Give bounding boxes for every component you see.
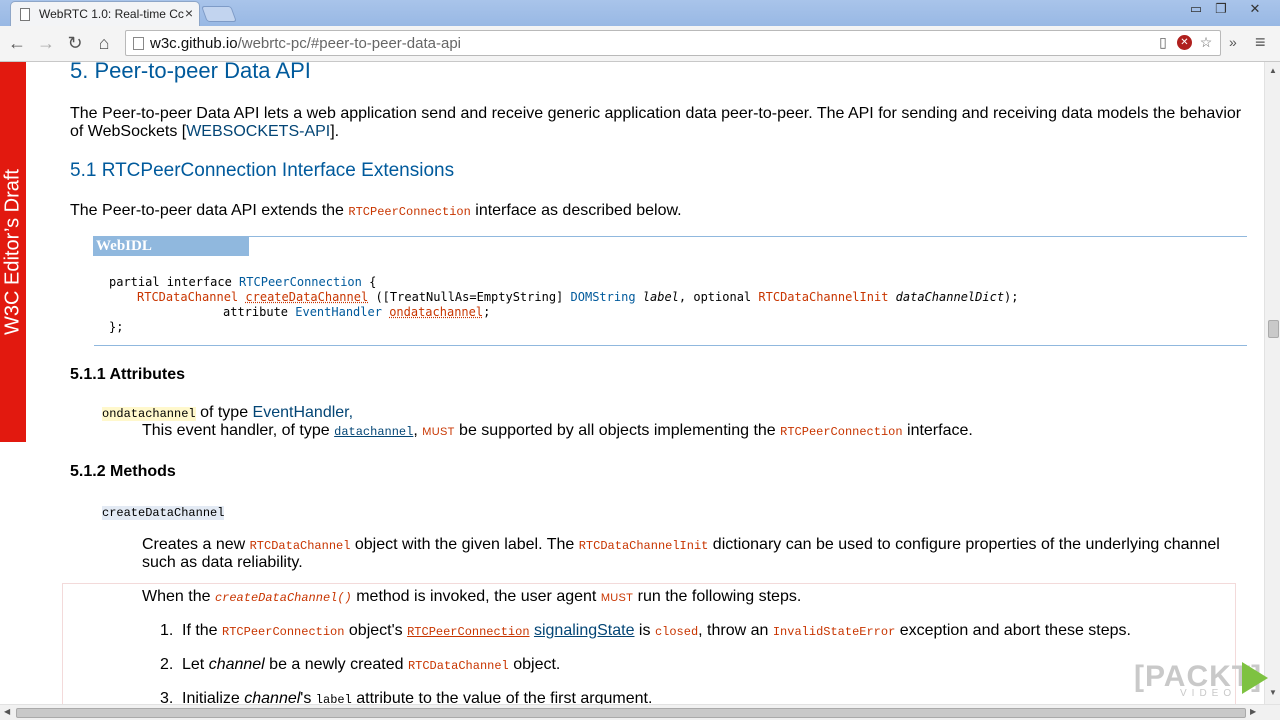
- attributes-heading: 5.1.1 Attributes: [70, 366, 185, 383]
- close-tab-icon[interactable]: ×: [185, 5, 193, 21]
- scroll-up-icon[interactable]: ▲: [1269, 66, 1277, 75]
- attribute-definition: ondatachannel of type EventHandler,: [102, 404, 354, 421]
- browser-tab[interactable]: WebRTC 1.0: Real-time Cc ×: [10, 1, 200, 26]
- new-tab-button[interactable]: [201, 6, 237, 22]
- section-5-heading: 5. Peer-to-peer Data API: [70, 62, 311, 83]
- page-icon: [20, 8, 30, 21]
- section-5-1-intro: The Peer-to-peer data API extends the RT…: [70, 202, 682, 219]
- scroll-down-icon[interactable]: ▼: [1269, 688, 1277, 697]
- datachannel-link[interactable]: datachannel: [334, 425, 413, 439]
- method-term: createDataChannel: [102, 503, 225, 522]
- highlight-frame: [62, 583, 1236, 704]
- idl-line: };: [109, 320, 124, 334]
- browser-toolbar: ← → ↻ ⌂ w3c.github.io/webrtc-pc/#peer-to…: [0, 26, 1280, 62]
- packt-video-logo: [PACKT] VIDEO: [1134, 660, 1270, 702]
- webidl-block: WebIDL partial interface RTCPeerConnecti…: [93, 236, 1247, 346]
- home-button[interactable]: ⌂: [92, 31, 116, 55]
- rtcdatachannel-link[interactable]: RTCDataChannel: [250, 539, 351, 553]
- eventhandler-link[interactable]: EventHandler: [253, 404, 349, 421]
- createdatachannel-link[interactable]: createDataChannel: [245, 290, 368, 304]
- section-5-paragraph-line2: of WebSockets [WEBSOCKETS-API].: [70, 123, 340, 140]
- ondatachannel-idl-link[interactable]: ondatachannel: [389, 305, 483, 319]
- page-info-icon[interactable]: [133, 37, 144, 50]
- w3c-editors-draft-badge[interactable]: W3C Editor’s Draft: [0, 62, 26, 442]
- extensions-overflow-button[interactable]: »: [1229, 34, 1237, 50]
- ondatachannel-term: ondatachannel: [102, 407, 196, 421]
- idl-line: attribute EventHandler ondatachannel;: [223, 305, 491, 319]
- play-icon: [1242, 662, 1268, 694]
- title-bar: WebRTC 1.0: Real-time Cc × ▭ ❐ ✕: [0, 0, 1280, 26]
- packt-sub: VIDEO: [1180, 688, 1237, 699]
- url-path: /webrtc-pc/#peer-to-peer-data-api: [237, 35, 462, 52]
- scroll-left-icon[interactable]: ◀: [4, 707, 10, 716]
- page-viewport: W3C Editor’s Draft 5. Peer-to-peer Data …: [0, 62, 1264, 704]
- horizontal-scroll-thumb[interactable]: [16, 708, 1246, 718]
- methods-heading: 5.1.2 Methods: [70, 463, 176, 480]
- url-host: w3c.github.io: [150, 35, 238, 52]
- minimize-button[interactable]: ▭: [1183, 0, 1209, 18]
- section-5-1-heading: 5.1 RTCPeerConnection Interface Extensio…: [70, 160, 455, 181]
- rtcpeerconnection-link[interactable]: RTCPeerConnection: [348, 205, 470, 219]
- badge-label: W3C Editor’s Draft: [1, 169, 24, 335]
- horizontal-scrollbar[interactable]: ◀ ▶: [0, 704, 1280, 720]
- method-description-line1: Creates a new RTCDataChannel object with…: [142, 536, 1220, 553]
- menu-icon[interactable]: ≡: [1255, 32, 1266, 53]
- reload-button[interactable]: ↻: [63, 31, 87, 55]
- method-description-line2: such as data reliability.: [142, 554, 303, 571]
- blocked-icon[interactable]: ✕: [1177, 35, 1192, 50]
- rtcpeerconnection-link[interactable]: RTCPeerConnection: [780, 425, 902, 439]
- reader-mode-icon[interactable]: ▯: [1155, 34, 1171, 51]
- address-bar[interactable]: w3c.github.io/webrtc-pc/#peer-to-peer-da…: [125, 30, 1221, 56]
- vertical-scrollbar[interactable]: ▲ ▼: [1264, 62, 1280, 704]
- scroll-right-icon[interactable]: ▶: [1250, 707, 1256, 716]
- tab-title: WebRTC 1.0: Real-time Cc: [39, 7, 184, 21]
- close-window-button[interactable]: ✕: [1242, 0, 1268, 18]
- section-5-paragraph-line1: The Peer-to-peer Data API lets a web app…: [70, 105, 1242, 122]
- rtcdatachannelinit-link[interactable]: RTCDataChannelInit: [579, 539, 709, 553]
- back-button[interactable]: ←: [5, 31, 29, 55]
- forward-button[interactable]: →: [34, 31, 58, 55]
- star-icon[interactable]: ☆: [1198, 34, 1214, 51]
- createdatachannel-term: createDataChannel: [102, 506, 225, 520]
- attribute-description: This event handler, of type datachannel,…: [142, 422, 973, 439]
- webidl-label: WebIDL: [93, 236, 249, 256]
- restore-button[interactable]: ❐: [1208, 0, 1234, 18]
- websockets-api-link[interactable]: WEBSOCKETS-API: [186, 123, 330, 140]
- vertical-scroll-thumb[interactable]: [1268, 320, 1279, 338]
